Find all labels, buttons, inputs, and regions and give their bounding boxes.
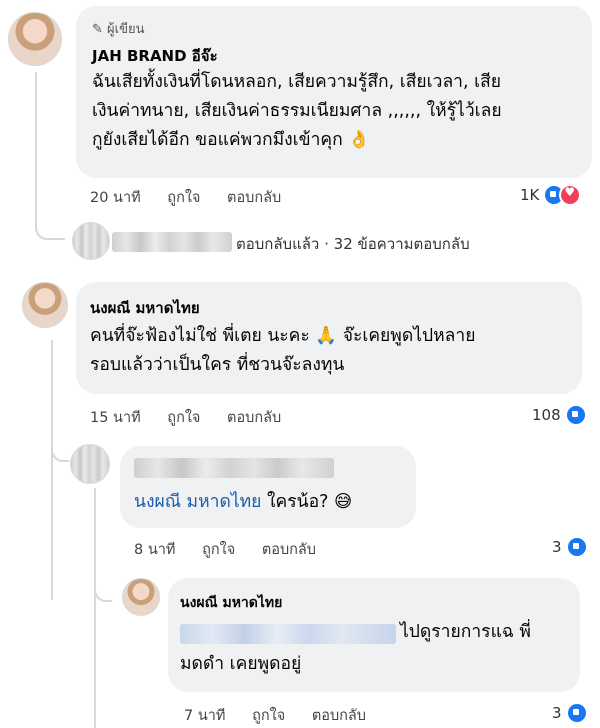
reaction-summary[interactable]: 3 <box>552 702 588 724</box>
author-badge: ✎ ผู้เขียน <box>92 22 145 37</box>
blurred-name <box>134 458 334 478</box>
comment-time[interactable]: 8 นาที <box>134 542 175 558</box>
thread-line <box>51 420 69 462</box>
avatar[interactable] <box>122 578 160 616</box>
mention-link[interactable]: นงผณี มหาดไทย <box>134 492 261 512</box>
like-button[interactable]: ถูกใจ <box>202 542 235 558</box>
comment-bubble: นงผณี มหาดไทย คนที่จ๊ะฟ้องไม่ใช่ พี่เตย … <box>76 282 582 394</box>
comment-text: คนที่จ๊ะฟ้องไม่ใช่ พี่เตย นะคะ 🙏 จ๊ะเคยพ… <box>90 326 476 375</box>
thread-line <box>94 488 96 728</box>
comment-text: นงผณี มหาดไทย ใครน้อ? 😅 <box>134 492 353 512</box>
blurred-name <box>112 232 232 252</box>
like-icon <box>564 404 587 426</box>
comment-time[interactable]: 20 นาที <box>90 190 141 206</box>
comment-meta: 8 นาที ถูกใจ ตอบกลับ <box>134 538 338 561</box>
reaction-summary[interactable]: 1K <box>520 184 582 206</box>
avatar <box>72 222 110 260</box>
reaction-summary[interactable]: 108 <box>532 404 587 426</box>
reply-button[interactable]: ตอบกลับ <box>262 542 316 558</box>
comment-bubble: ✎ ผู้เขียน JAH BRAND อีจ๊ะ ฉันเสียทั้งเง… <box>76 6 592 178</box>
comment-bubble: นงผณี มหาดไทย ไปดูรายการแฉ พี่ มดดำ เคยพ… <box>168 578 580 692</box>
pencil-icon: ✎ <box>92 22 103 37</box>
reply-button[interactable]: ตอบกลับ <box>227 190 281 206</box>
avatar[interactable] <box>8 12 62 66</box>
comment-meta: 7 นาที ถูกใจ ตอบกลับ <box>184 704 388 727</box>
like-button[interactable]: ถูกใจ <box>167 410 200 426</box>
avatar[interactable] <box>22 282 68 328</box>
comment-text: ฉันเสียทั้งเงินที่โดนหลอก, เสียความรู้สึ… <box>92 72 502 150</box>
comment-time[interactable]: 15 นาที <box>90 410 141 426</box>
reaction-summary[interactable]: 3 <box>552 536 588 558</box>
comment-meta: 15 นาที ถูกใจ ตอบกลับ <box>90 406 303 429</box>
reply-button[interactable]: ตอบกลับ <box>312 708 366 724</box>
blurred-mention <box>180 624 396 644</box>
comment-meta: 20 นาที ถูกใจ ตอบกลับ <box>90 186 303 209</box>
view-replies-link[interactable]: ตอบกลับแล้ว · 32 ข้อความตอบกลับ <box>236 232 470 256</box>
like-icon <box>565 536 588 558</box>
comment-bubble: นงผณี มหาดไทย ใครน้อ? 😅 <box>120 446 416 528</box>
comment-text: ไปดูรายการแฉ พี่ <box>400 622 531 642</box>
thread-line <box>35 72 65 240</box>
comment-author[interactable]: นงผณี มหาดไทย <box>180 592 282 614</box>
reply-button[interactable]: ตอบกลับ <box>227 410 281 426</box>
thread-line <box>94 560 112 602</box>
comment-text: มดดำ เคยพูดอยู่ <box>180 654 302 674</box>
comment-time[interactable]: 7 นาที <box>184 708 225 724</box>
thread-line <box>51 340 53 600</box>
comment-author[interactable]: นงผณี มหาดไทย <box>90 296 200 320</box>
like-icon <box>565 702 588 724</box>
love-icon <box>559 184 582 206</box>
comment-author[interactable]: JAH BRAND อีจ๊ะ <box>92 44 218 68</box>
avatar[interactable] <box>70 444 110 484</box>
like-button[interactable]: ถูกใจ <box>252 708 285 724</box>
like-button[interactable]: ถูกใจ <box>167 190 200 206</box>
